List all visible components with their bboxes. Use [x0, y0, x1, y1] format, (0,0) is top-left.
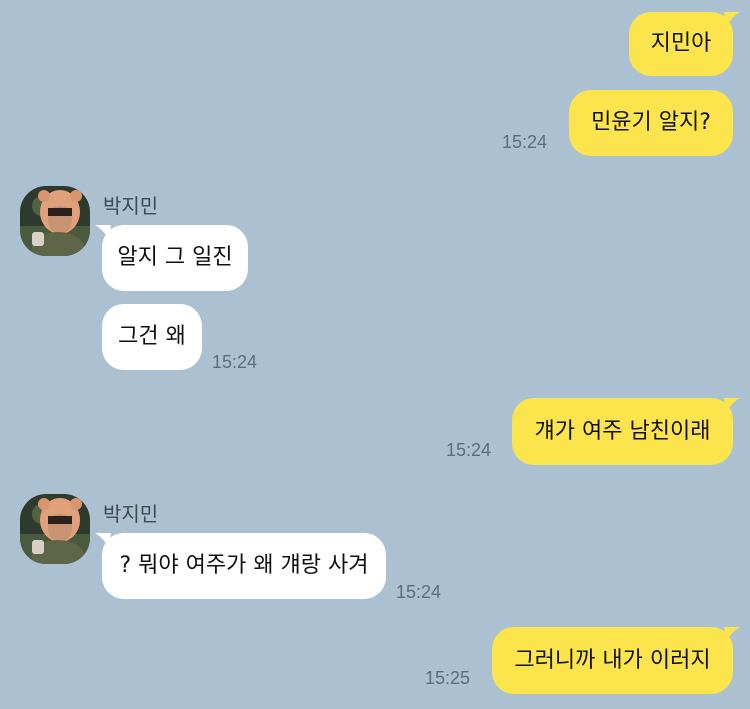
profile-avatar[interactable]	[20, 186, 90, 256]
message-time: 15:24	[212, 352, 258, 372]
profile-photo-icon	[20, 494, 90, 564]
message-time: 15:24	[502, 132, 548, 152]
message-text: 그러니까 내가 이러지	[514, 647, 711, 673]
message-text: ? 뭐야 여주가 왜 걔랑 사겨	[119, 553, 369, 578]
other-message-bubble[interactable]: 알지 그 일진	[102, 225, 248, 291]
my-message-bubble[interactable]: 민윤기 알지?	[569, 90, 733, 156]
profile-photo-icon	[20, 186, 90, 256]
bubble-tail	[95, 225, 111, 241]
my-message-bubble[interactable]: 걔가 여주 남친이래	[512, 398, 733, 465]
bubble-tail	[724, 398, 740, 414]
chat-room[interactable]: 지민아 민윤기 알지? 15:24 박지민 알지 그 일진 그건 왜 15:24…	[0, 0, 750, 709]
message-text: 그건 왜	[118, 324, 186, 349]
message-time: 15:24	[396, 582, 442, 602]
bubble-tail	[724, 627, 740, 643]
other-message-bubble[interactable]: 그건 왜	[102, 304, 202, 370]
message-text: 알지 그 일진	[117, 245, 233, 270]
my-message-bubble[interactable]: 그러니까 내가 이러지	[492, 627, 733, 694]
profile-avatar[interactable]	[20, 494, 90, 564]
message-text: 지민아	[650, 31, 712, 56]
bubble-tail	[724, 12, 740, 28]
sender-name: 박지민	[103, 502, 159, 526]
sender-name: 박지민	[103, 194, 159, 218]
message-text: 민윤기 알지?	[591, 110, 711, 135]
my-message-bubble[interactable]: 지민아	[629, 12, 733, 76]
message-text: 걔가 여주 남친이래	[534, 418, 711, 444]
message-time: 15:24	[446, 440, 492, 460]
other-message-bubble[interactable]: ? 뭐야 여주가 왜 걔랑 사겨	[102, 533, 386, 599]
bubble-tail	[95, 533, 111, 549]
message-time: 15:25	[425, 668, 471, 688]
